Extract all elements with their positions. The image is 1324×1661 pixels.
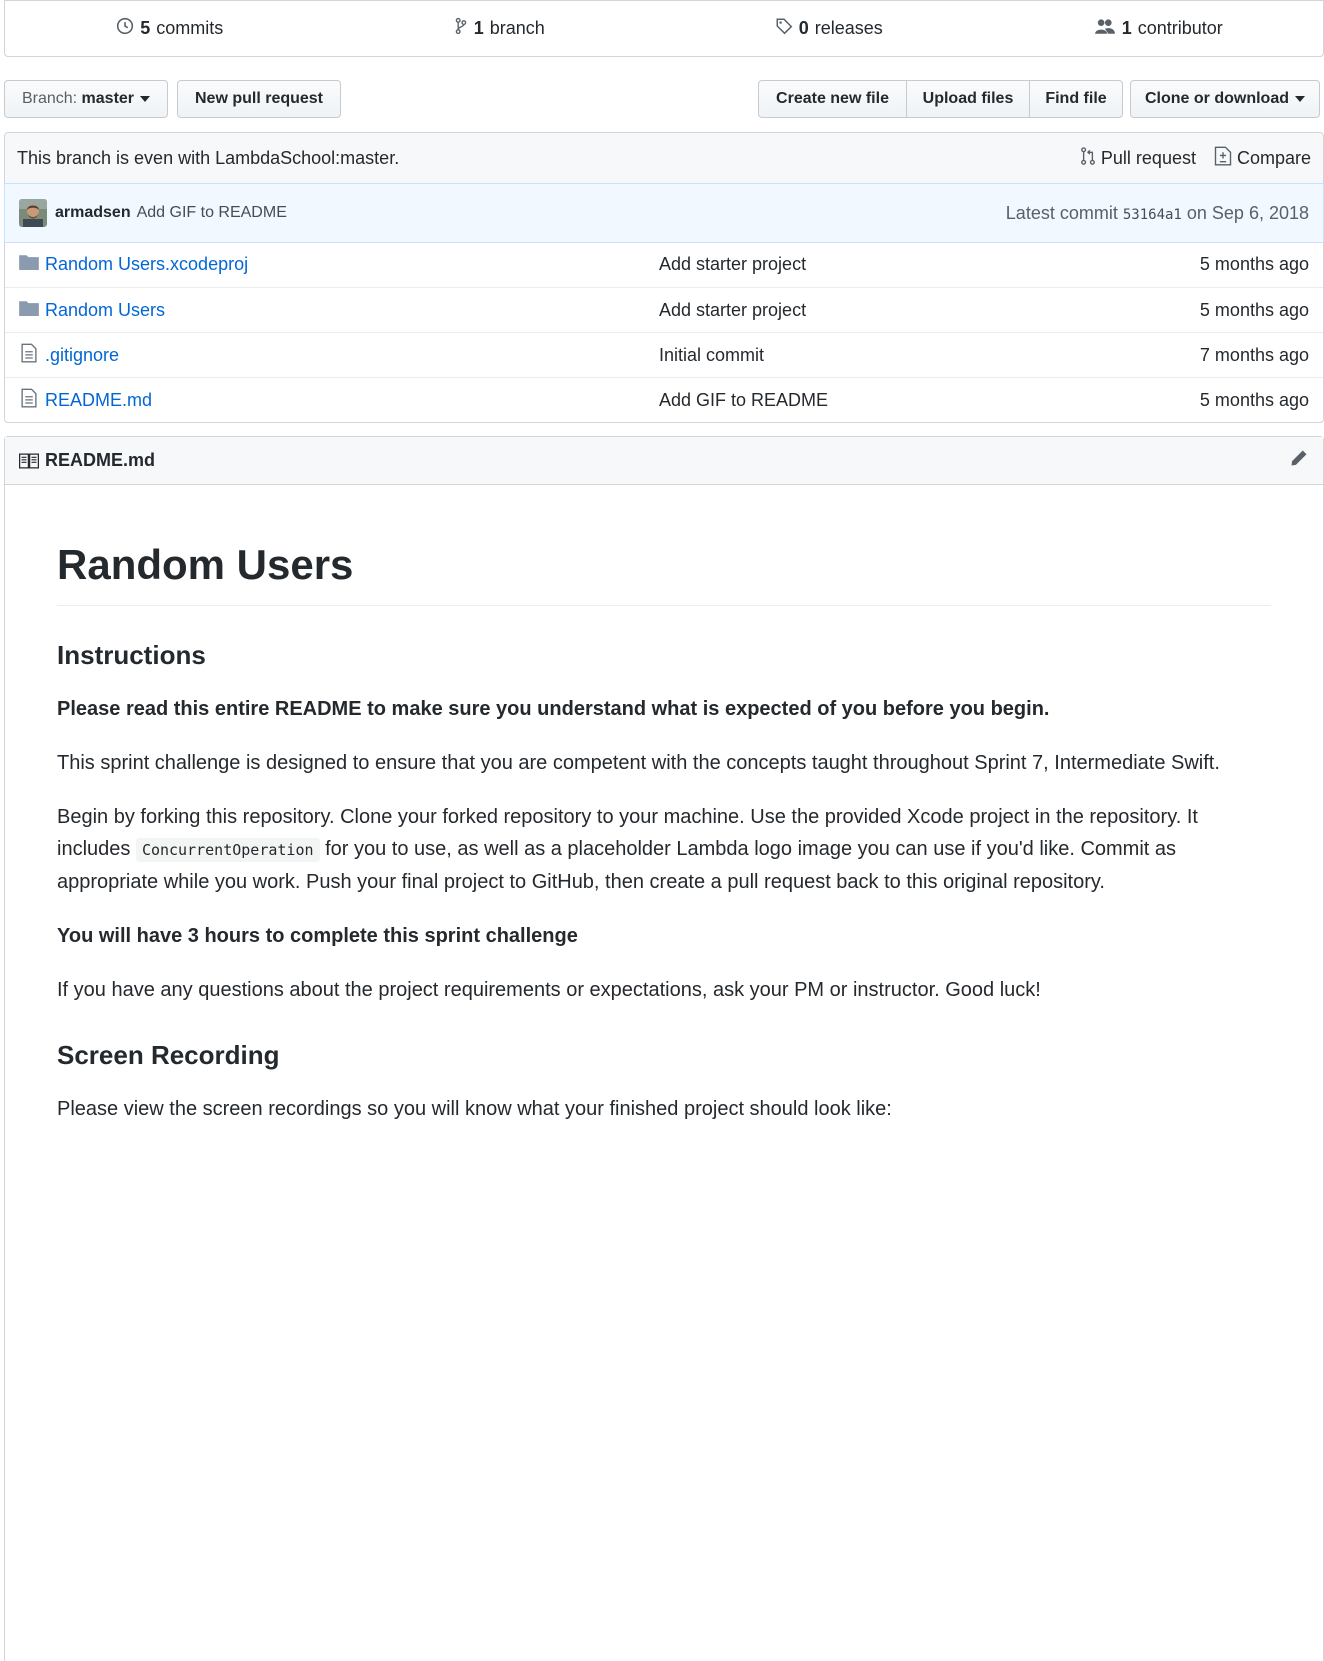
book-icon — [19, 453, 39, 469]
readme-paragraph: Begin by forking this repository. Clone … — [57, 801, 1271, 898]
latest-prefix: Latest commit — [1005, 202, 1118, 223]
file-commit-message[interactable]: Add starter project — [659, 254, 1200, 275]
file-icon — [19, 343, 39, 368]
branches-link[interactable]: 1 branch — [335, 17, 665, 40]
table-row: .gitignore Initial commit 7 months ago — [5, 332, 1323, 377]
commit-message[interactable]: Add GIF to README — [137, 204, 287, 222]
caret-down-icon — [1295, 96, 1305, 102]
branch-icon — [454, 17, 468, 40]
table-row: Random Users Add starter project 5 month… — [5, 287, 1323, 332]
contributors-label: contributor — [1137, 18, 1223, 38]
file-icon — [19, 388, 39, 413]
table-row: README.md Add GIF to README 5 months ago — [5, 377, 1323, 422]
branches-label: branch — [489, 18, 545, 38]
file-name-link[interactable]: Random Users — [45, 300, 165, 321]
readme-header: README.md — [5, 437, 1323, 485]
branch-status-bar: This branch is even with LambdaSchool:ma… — [4, 132, 1324, 184]
commit-author[interactable]: armadsen — [55, 204, 131, 222]
table-row: Random Users.xcodeproj Add starter proje… — [5, 242, 1323, 287]
readme-content: Random Users Instructions Please read th… — [5, 541, 1323, 1125]
file-actions-group: Create new file Upload files Find file — [758, 80, 1123, 118]
latest-commit-info: Latest commit 53164a1 on Sep 6, 2018 — [1006, 203, 1309, 224]
releases-count: 0 — [798, 18, 809, 38]
repo-summary-bar: 5 commits 1 branch 0 releases 1 contribu… — [4, 0, 1324, 57]
clone-label: Clone or download — [1145, 90, 1289, 107]
file-table: Random Users.xcodeproj Add starter proje… — [4, 242, 1324, 423]
commit-date: on Sep 6, 2018 — [1186, 202, 1309, 223]
latest-commit-bar: armadsen Add GIF to README Latest commit… — [4, 183, 1324, 243]
contributors-link[interactable]: 1 contributor — [994, 17, 1324, 40]
file-commit-message[interactable]: Add GIF to README — [659, 390, 1200, 411]
branches-count: 1 — [473, 18, 484, 38]
diff-icon — [1214, 146, 1232, 171]
tag-icon — [775, 17, 793, 40]
pull-request-icon — [1080, 146, 1096, 171]
file-name-link[interactable]: .gitignore — [45, 345, 119, 366]
upload-files-button[interactable]: Upload files — [906, 80, 1030, 118]
folder-icon — [19, 254, 39, 275]
file-name-link[interactable]: Random Users.xcodeproj — [45, 254, 248, 275]
branch-status-text: This branch is even with LambdaSchool:ma… — [17, 147, 400, 168]
readme-title: Random Users — [57, 541, 1271, 606]
readme-paragraph: If you have any questions about the proj… — [57, 979, 1041, 1001]
compare-link[interactable]: Compare — [1214, 146, 1311, 171]
file-age: 5 months ago — [1199, 299, 1309, 320]
pencil-icon[interactable] — [1289, 448, 1309, 473]
commits-label: commits — [156, 18, 224, 38]
readme-paragraph: Please view the screen recordings so you… — [57, 1098, 892, 1120]
pull-request-label: Pull request — [1100, 147, 1196, 168]
file-age: 7 months ago — [1199, 344, 1309, 365]
branch-name: master — [81, 90, 135, 107]
compare-label: Compare — [1236, 147, 1311, 168]
releases-link[interactable]: 0 releases — [664, 17, 994, 40]
create-new-file-button[interactable]: Create new file — [758, 80, 907, 118]
file-commit-message[interactable]: Initial commit — [659, 345, 1200, 366]
contributors-count: 1 — [1121, 18, 1132, 38]
readme-filename: README.md — [45, 450, 156, 470]
avatar[interactable] — [19, 199, 47, 227]
file-name-link[interactable]: README.md — [45, 390, 152, 411]
releases-label: releases — [814, 18, 883, 38]
branch-select-button[interactable]: Branch: master — [4, 80, 168, 118]
commit-sha[interactable]: 53164a1 — [1123, 207, 1182, 223]
new-pull-request-button[interactable]: New pull request — [177, 80, 341, 118]
folder-icon — [19, 300, 39, 321]
history-icon — [116, 17, 134, 40]
readme-paragraph: Please read this entire README to make s… — [57, 698, 1050, 720]
readme-paragraph: You will have 3 hours to complete this s… — [57, 925, 578, 947]
file-age: 5 months ago — [1199, 254, 1309, 274]
readme-paragraph: This sprint challenge is designed to ens… — [57, 752, 1220, 774]
people-icon — [1094, 17, 1116, 40]
file-commit-message[interactable]: Add starter project — [659, 300, 1200, 321]
screen-recording-heading: Screen Recording — [57, 1040, 280, 1070]
clone-or-download-button[interactable]: Clone or download — [1130, 80, 1320, 118]
file-age: 5 months ago — [1199, 389, 1309, 410]
commits-link[interactable]: 5 commits — [5, 17, 335, 40]
commits-count: 5 — [140, 18, 151, 38]
instructions-heading: Instructions — [57, 640, 206, 670]
caret-down-icon — [140, 96, 151, 102]
find-file-button[interactable]: Find file — [1029, 80, 1123, 118]
pull-request-link[interactable]: Pull request — [1080, 146, 1196, 171]
branch-prefix: Branch: — [21, 90, 78, 107]
readme-panel: README.md Random Users Instructions Plea… — [4, 436, 1324, 1661]
inline-code: ConcurrentOperation — [135, 838, 320, 862]
